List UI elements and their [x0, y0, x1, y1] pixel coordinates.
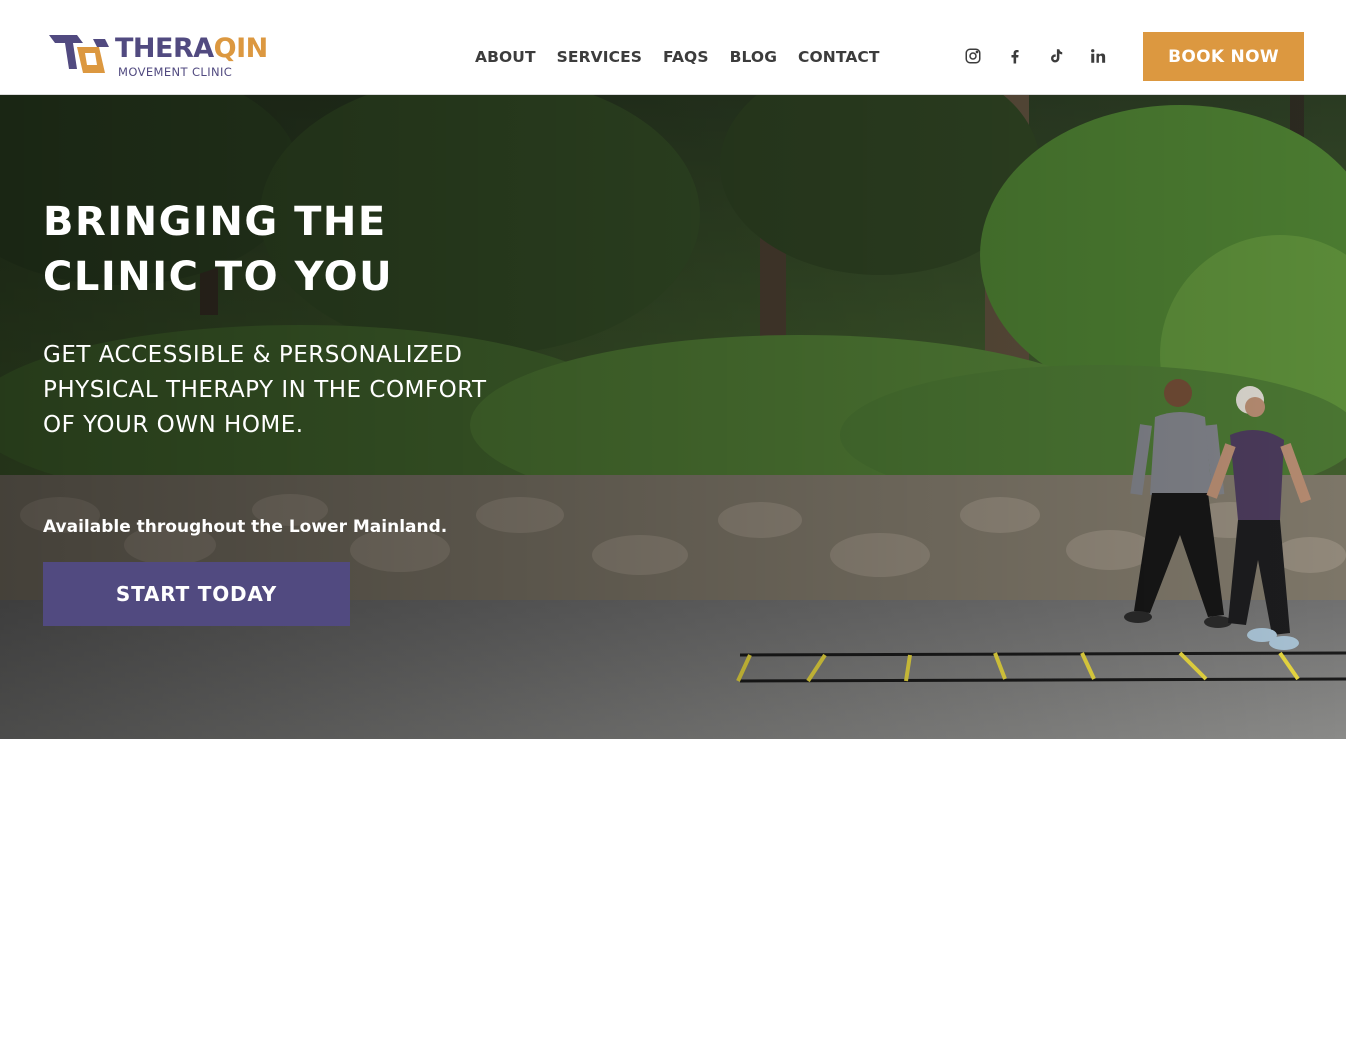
hero-title: BRINGING THE CLINIC TO YOU: [43, 199, 394, 300]
logo-mark-icon: [49, 35, 109, 73]
logo-tagline: MOVEMENT CLINIC: [118, 65, 233, 79]
hero-section: BRINGING THE CLINIC TO YOU GET ACCESSIBL…: [0, 95, 1346, 739]
start-today-button[interactable]: START TODAY: [43, 562, 350, 626]
linkedin-icon[interactable]: [1087, 45, 1109, 67]
site-header: THERAQIN MOVEMENT CLINIC ABOUT SERVICES …: [0, 0, 1346, 95]
hero-subtitle: GET ACCESSIBLE & PERSONALIZED PHYSICAL T…: [43, 342, 487, 438]
hero-availability: Available throughout the Lower Mainland.: [43, 517, 448, 537]
nav-faqs[interactable]: FAQS: [663, 47, 709, 69]
tiktok-icon[interactable]: [1045, 45, 1067, 67]
nav-contact[interactable]: CONTACT: [798, 47, 880, 69]
nav-about[interactable]: ABOUT: [475, 47, 536, 69]
instagram-icon[interactable]: [962, 45, 984, 67]
site-logo[interactable]: THERAQIN MOVEMENT CLINIC: [47, 33, 268, 81]
nav-services[interactable]: SERVICES: [557, 47, 642, 69]
book-now-button[interactable]: BOOK NOW: [1143, 32, 1304, 81]
main-nav: ABOUT SERVICES FAQS BLOG CONTACT: [475, 47, 901, 69]
facebook-icon[interactable]: [1004, 45, 1026, 67]
logo-wordmark: THERAQIN: [115, 33, 268, 64]
nav-blog[interactable]: BLOG: [730, 47, 777, 69]
